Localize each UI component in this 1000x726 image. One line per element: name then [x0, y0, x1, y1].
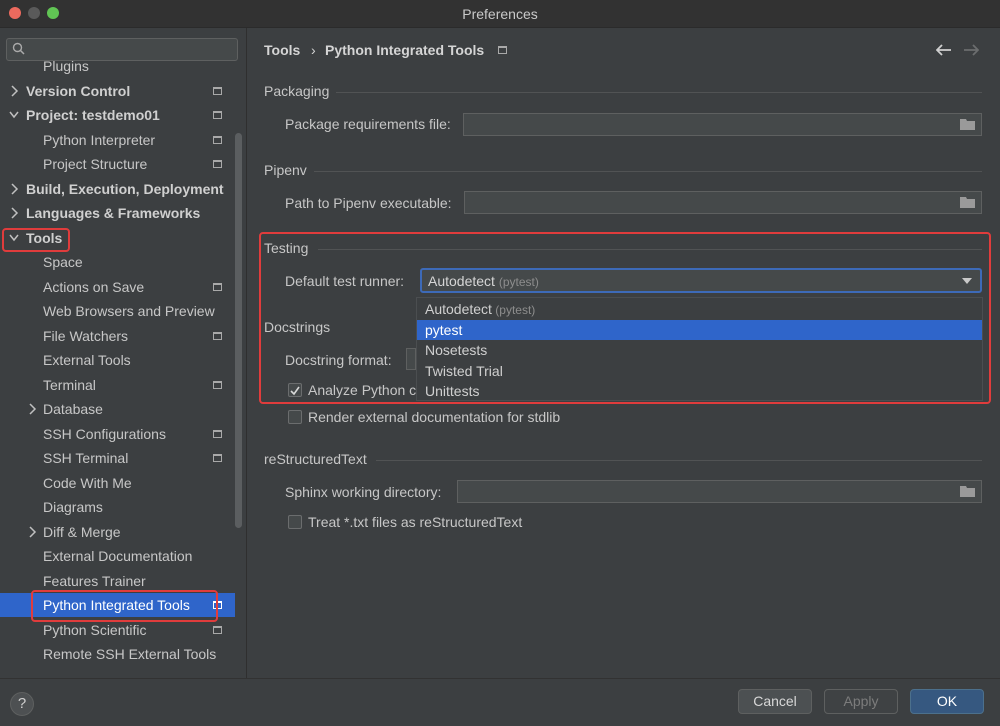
sidebar-item[interactable]: Web Browsers and Preview	[0, 299, 235, 323]
packaging-section-title: Packaging	[264, 83, 330, 99]
sidebar-item-label: Space	[43, 254, 83, 270]
pipenv-section-title: Pipenv	[264, 162, 307, 178]
sidebar-item-label: SSH Configurations	[43, 425, 166, 442]
sidebar-item-label: File Watchers	[43, 327, 129, 344]
sidebar-item[interactable]: External Tools	[0, 348, 235, 372]
back-arrow-icon[interactable]	[936, 44, 952, 56]
sidebar-item[interactable]: Remote SSH External Tools	[0, 642, 235, 666]
tools-highlight-box	[2, 228, 70, 252]
project-level-icon	[213, 454, 222, 462]
project-level-icon	[213, 331, 222, 340]
pipenv-divider	[314, 171, 982, 172]
sidebar-item-label: Languages & Frameworks	[26, 205, 201, 221]
sphinx-directory-field[interactable]	[457, 480, 982, 503]
breadcrumb-current: Python Integrated Tools	[325, 42, 485, 58]
sidebar-item[interactable]: Build, Execution, Deployment	[0, 177, 235, 201]
project-level-icon	[213, 86, 222, 95]
project-level-icon	[213, 160, 222, 168]
folder-icon[interactable]	[960, 485, 975, 497]
window-title: Preferences	[462, 6, 538, 22]
project-level-icon	[213, 380, 222, 389]
pipenv-path-field[interactable]	[464, 191, 982, 214]
sidebar-item[interactable]: SSH Terminal	[0, 446, 235, 470]
chevron-right-icon[interactable]	[8, 201, 20, 225]
folder-icon[interactable]	[960, 118, 975, 130]
sidebar-item[interactable]: Languages & Frameworks	[0, 201, 235, 225]
breadcrumb-parent[interactable]: Tools	[264, 42, 300, 58]
sidebar-item-label: Diff & Merge	[43, 523, 121, 540]
restructuredtext-section-title: reStructuredText	[264, 451, 367, 467]
sidebar-item[interactable]: Actions on Save	[0, 275, 235, 299]
sidebar-item-label: SSH Terminal	[43, 450, 129, 466]
sidebar-item[interactable]: Project: testdemo01	[0, 103, 235, 127]
sidebar-item-label: External Documentation	[43, 548, 193, 564]
sidebar-item-label: Code With Me	[43, 474, 132, 491]
forward-arrow-icon[interactable]	[963, 44, 979, 56]
sidebar-item-label: Python Interpreter	[43, 131, 156, 148]
sidebar-item[interactable]: Space	[0, 250, 235, 274]
project-level-icon	[213, 135, 222, 144]
sidebar-item-label: Features Trainer	[43, 572, 146, 589]
sidebar-item[interactable]: Python Interpreter	[0, 128, 235, 152]
folder-icon[interactable]	[960, 196, 975, 208]
ok-button[interactable]: OK	[910, 689, 984, 714]
restructuredtext-divider	[376, 460, 982, 461]
breadcrumb-separator-icon: ›	[311, 42, 316, 58]
sidebar-item[interactable]: Diagrams	[0, 495, 235, 519]
project-level-icon	[498, 46, 507, 54]
dialog-footer: ? Cancel Apply OK	[0, 678, 1000, 726]
pipenv-path-label: Path to Pipenv executable:	[285, 195, 452, 211]
sidebar-item[interactable]: External Documentation	[0, 544, 235, 568]
sidebar-item[interactable]: Code With Me	[0, 471, 235, 495]
help-button[interactable]: ?	[10, 692, 34, 716]
sidebar-scrollbar[interactable]	[235, 133, 242, 528]
packaging-divider	[336, 92, 982, 93]
sidebar-item-label: Project Structure	[43, 156, 148, 172]
sphinx-directory-label: Sphinx working directory:	[285, 484, 442, 500]
sidebar-item[interactable]: Database	[0, 397, 235, 421]
chevron-right-icon[interactable]	[26, 397, 38, 421]
preferences-window: Preferences Plugins Version Control Projec…	[0, 0, 1000, 726]
project-level-icon	[213, 282, 222, 291]
project-level-icon	[213, 625, 222, 634]
testing-highlight-box	[259, 232, 991, 404]
package-requirements-label: Package requirements file:	[285, 116, 451, 132]
chevron-right-icon[interactable]	[8, 177, 20, 201]
sidebar-item[interactable]: Project Structure	[0, 152, 235, 176]
package-requirements-field[interactable]	[463, 113, 982, 136]
sidebar-item-label: Terminal	[43, 376, 96, 393]
python-integrated-tools-highlight-box	[31, 590, 218, 622]
sidebar-item-label: Project: testdemo01	[26, 107, 160, 123]
sidebar-item[interactable]: SSH Configurations	[0, 422, 235, 446]
sidebar-item[interactable]: Diff & Merge	[0, 520, 235, 544]
sidebar-item-label: External Tools	[43, 352, 131, 368]
chevron-right-icon[interactable]	[8, 79, 20, 103]
sidebar-item-label: Actions on Save	[43, 278, 145, 295]
sidebar-item[interactable]: File Watchers	[0, 324, 235, 348]
sidebar-item-label: Build, Execution, Deployment	[26, 180, 224, 197]
render-external-docs-checkbox[interactable]	[288, 410, 302, 424]
sidebar-item-label: Remote SSH External Tools	[43, 646, 217, 662]
render-external-docs-label: Render external documentation for stdlib	[308, 409, 561, 425]
sidebar-item-label: Database	[43, 401, 103, 417]
settings-content: Tools › Python Integrated Tools Packagin…	[248, 28, 1000, 678]
treat-txt-checkbox[interactable]	[288, 515, 302, 529]
project-level-icon	[213, 429, 222, 438]
title-bar: Preferences	[0, 0, 1000, 28]
apply-button[interactable]: Apply	[824, 689, 898, 714]
sidebar-item-label: Diagrams	[43, 499, 103, 515]
sidebar-item[interactable]: Features Trainer	[0, 569, 235, 593]
sidebar-item-label: Plugins	[43, 58, 89, 74]
chevron-down-icon[interactable]	[8, 103, 20, 127]
sidebar-item-label: Web Browsers and Preview	[43, 303, 215, 319]
project-level-icon	[213, 111, 222, 119]
sidebar-item[interactable]: Terminal	[0, 373, 235, 397]
sidebar-item[interactable]: Version Control	[0, 79, 235, 103]
sidebar-item-label: Version Control	[26, 82, 131, 99]
sidebar-item[interactable]: Plugins	[0, 54, 235, 78]
chevron-right-icon[interactable]	[26, 520, 38, 544]
treat-txt-label: Treat *.txt files as reStructuredText	[308, 514, 523, 530]
settings-sidebar: Plugins Version Control Project: testdemo0…	[0, 28, 247, 678]
cancel-button[interactable]: Cancel	[738, 689, 812, 714]
